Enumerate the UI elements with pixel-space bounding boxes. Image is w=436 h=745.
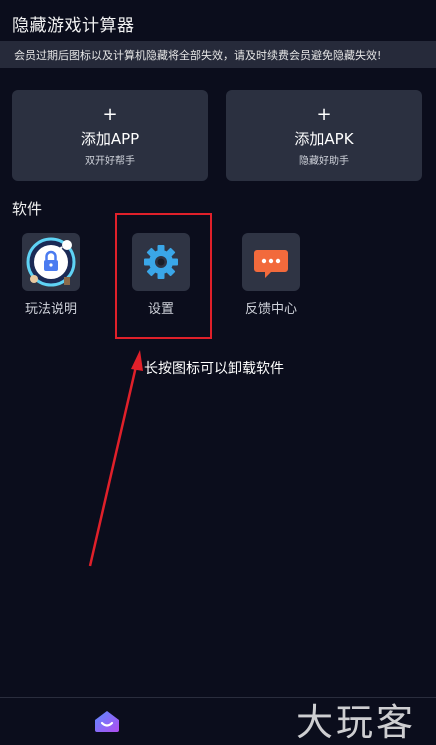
uninstall-hint: 长按图标可以卸载软件 [144, 361, 284, 377]
watermark-logo: 大玩客 [296, 701, 416, 744]
app-screen: 隐藏游戏计算器 会员过期后图标以及计算机隐藏将全部失效，请及时续费会员避免隐藏失… [0, 0, 436, 745]
home-icon[interactable] [94, 710, 120, 732]
